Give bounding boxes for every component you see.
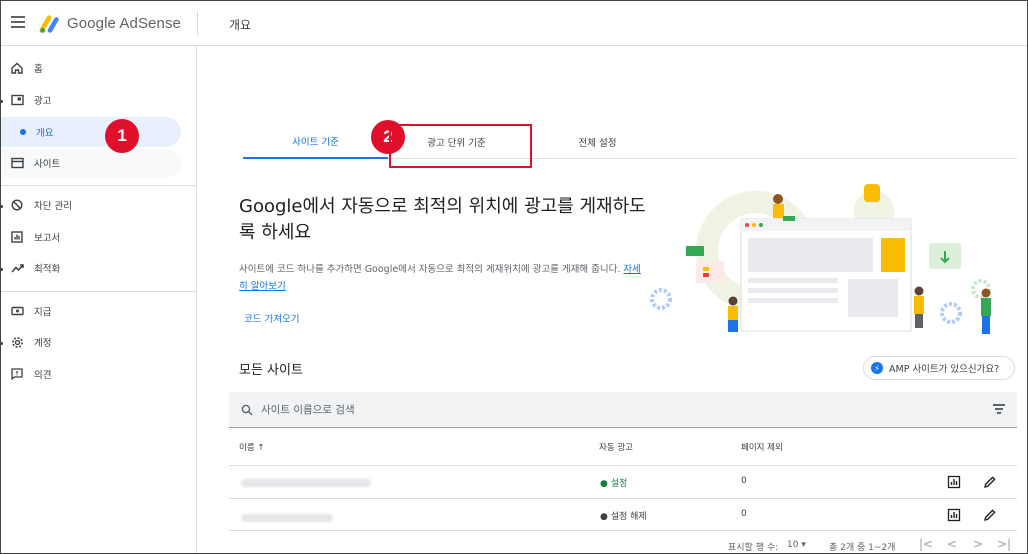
column-header-name[interactable]: 이름 ↑ [239,441,264,453]
sidebar-item-label: 계정 [34,338,52,349]
edit-pencil-icon[interactable] [983,508,997,522]
hamburger-menu-icon[interactable] [11,16,25,28]
page-exclusion-count: 0 [741,476,747,486]
sidebar-item-feedback[interactable]: 의견 [1,360,197,388]
sidebar: 홈 광고 개요 사이트 차단 관리 보고서 최적화 지급 계정 의견 [1,46,197,553]
auto-ads-illustration [650,184,991,334]
annotation-badge-1: 1 [105,119,139,153]
sidebar-item-label: 최적화 [34,264,61,275]
adsense-logo [39,15,59,33]
payments-icon [10,304,24,318]
blurred-site-name [241,479,371,487]
sidebar-item-label: 사이트 [34,159,61,170]
ads-icon [10,93,24,107]
page-exclusion-count: 0 [741,509,747,519]
sidebar-item-label: 의견 [34,370,52,381]
home-icon [10,61,24,75]
hero-description-text: 사이트에 코드 하나를 추가하면 Google에서 자동으로 최적의 게재위치에… [239,264,621,275]
annotation-highlight-box [389,124,532,168]
first-page-icon[interactable]: |< [919,537,933,551]
dot-icon [20,129,26,135]
sidebar-divider [1,185,197,186]
reports-icon [10,230,24,244]
sidebar-item-label: 광고 [34,96,52,107]
tab-by-site[interactable]: 사이트 기준 [243,124,388,159]
sidebar-item-label: 개요 [36,128,54,139]
sidebar-item-ads[interactable]: 광고 [1,86,197,114]
amp-chip-label: AMP 사이트가 있으신가요? [889,364,1000,375]
site-search-input[interactable] [261,403,861,416]
page-range-text: 총 2개 중 1~2개 [829,543,896,553]
auto-ads-status-label: 설정 [610,479,628,489]
hero-title: Google에서 자동으로 최적의 위치에 광고를 게재하도록 하세요 [239,196,646,243]
sidebar-item-blocking[interactable]: 차단 관리 [1,191,197,219]
top-app-bar: Google AdSense 개요 [1,1,1027,46]
search-icon [241,404,253,416]
rows-per-page-select[interactable]: 10 ▾ [787,540,806,550]
adsense-window: Google AdSense 개요 홈 광고 개요 사이트 차단 관리 보고서 … [0,0,1028,554]
gear-icon [10,335,24,349]
auto-ads-status[interactable]: ● 설정 해제 [600,509,647,522]
sidebar-item-label: 홈 [34,64,43,75]
report-chart-icon[interactable] [947,475,961,489]
feedback-icon [10,367,24,381]
tab-global-settings[interactable]: 전체 설정 [525,124,670,159]
sidebar-item-reports[interactable]: 보고서 [1,223,197,251]
report-chart-icon[interactable] [947,508,961,522]
all-sites-title: 모든 사이트 [239,363,303,378]
edit-pencil-icon[interactable] [983,475,997,489]
page-title: 개요 [229,18,252,32]
amp-sites-chip[interactable]: ⚡ AMP 사이트가 있으신가요? [863,356,1015,380]
last-page-icon[interactable]: >| [997,537,1011,551]
top-divider [197,11,198,36]
sidebar-item-account[interactable]: 계정 [1,328,197,356]
sidebar-item-label: 차단 관리 [34,201,72,212]
table-divider [229,465,1017,466]
sidebar-item-home[interactable]: 홈 [1,54,197,82]
auto-ads-status-label: 설정 해제 [610,512,647,522]
sidebar-item-label: 지급 [34,307,52,318]
brand-name: Google AdSense [67,15,181,32]
rows-per-page-label: 표시할 행 수: [728,543,779,553]
filter-icon[interactable] [993,404,1005,414]
optimize-icon [10,261,24,275]
prev-page-icon[interactable]: < [947,537,957,551]
sites-icon [10,156,24,170]
block-icon [10,198,24,212]
sidebar-item-optimization[interactable]: 최적화 [1,254,197,282]
site-search-bar [229,392,1017,428]
table-row-divider [229,530,1017,531]
get-code-link[interactable]: 코드 가져오기 [244,311,299,325]
blurred-site-name [241,514,333,522]
hero-description: 사이트에 코드 하나를 추가하면 Google에서 자동으로 최적의 게재위치에… [239,261,649,295]
auto-ads-status[interactable]: ● 설정 [600,476,627,489]
sidebar-item-sites[interactable]: 사이트 [1,149,181,177]
amp-bolt-icon: ⚡ [871,362,883,374]
tab-bar: 사이트 기준 광고 단위 기준 전체 설정 [243,124,1017,159]
next-page-icon[interactable]: > [973,537,983,551]
table-row-divider [229,498,1017,499]
sidebar-item-overview[interactable]: 개요 [1,117,181,147]
sidebar-item-label: 보고서 [34,233,61,244]
sidebar-divider [1,291,197,292]
sidebar-item-payments[interactable]: 지급 [1,297,197,325]
column-header-page-exclusion: 페이지 제외 [741,443,783,453]
column-header-auto-ads: 자동 광고 [599,443,633,453]
